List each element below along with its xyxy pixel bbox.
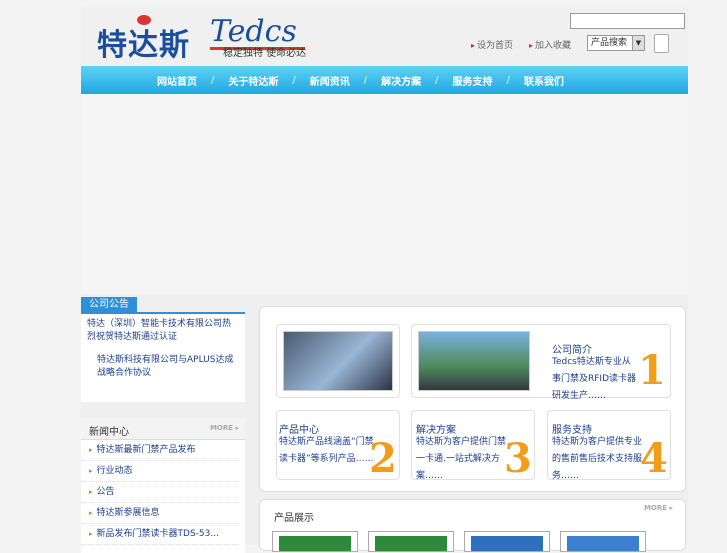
feature-number: 2	[369, 435, 397, 482]
nav-about[interactable]: 关于特达斯	[228, 73, 278, 88]
news-item[interactable]: 特达斯最新门禁产品发布	[81, 440, 239, 461]
feature-card-4[interactable]: 服务支持 特达斯为客户提供专业的售前售后技术支持服务…… 4	[547, 410, 671, 482]
news-item[interactable]: 特达斯参展信息	[81, 503, 239, 524]
features-panel: 公司简介 Tedcs特达斯专业从事门禁及RFID读卡器研发生产…… 1 产品中心…	[259, 306, 686, 492]
search-button[interactable]	[654, 34, 669, 53]
add-favorite-link[interactable]: 加入收藏	[529, 38, 571, 51]
product-image-card[interactable]	[276, 324, 400, 398]
news-item[interactable]: 行业动态	[81, 461, 239, 482]
product-thumb[interactable]	[560, 531, 646, 552]
nav-separator: /	[506, 74, 510, 86]
feature-text: Tedcs特达斯专业从事门禁及RFID读卡器研发生产……	[552, 357, 637, 401]
feature-image	[418, 331, 530, 391]
feature-card-3[interactable]: 解决方案 特达斯为客户提供门禁一卡通.一站式解决方案…… 3	[411, 410, 535, 482]
notice-item[interactable]: 特达（深圳）智能卡技术有限公司热烈祝贺特达斯通过认证	[87, 318, 239, 344]
products-title: 产品展示	[274, 513, 314, 524]
feature-card-2[interactable]: 产品中心 特达斯产品线涵盖“门禁读卡器”等系列产品…… 2	[276, 410, 400, 482]
main-nav: 网站首页 / 关于特达斯 / 新闻资讯 / 解决方案 / 服务支持 / 联系我们	[81, 66, 688, 94]
page: 特达斯 Tedcs 稳定独特 使命必达 设为首页 加入收藏 产品搜索 ▼ 网站首…	[81, 6, 688, 553]
top-links: 设为首页 加入收藏	[471, 38, 571, 51]
product-thumb[interactable]	[368, 531, 454, 552]
nav-news[interactable]: 新闻资讯	[310, 73, 350, 88]
set-homepage-link[interactable]: 设为首页	[471, 38, 513, 51]
product-thumb[interactable]	[464, 531, 550, 552]
nav-contact[interactable]: 联系我们	[524, 73, 564, 88]
product-image	[283, 331, 393, 391]
products-more-link[interactable]: MORE ▸	[644, 504, 673, 512]
news-more-link[interactable]: MORE ▸	[210, 424, 239, 432]
feature-text: 特达斯为客户提供专业的售前售后技术支持服务……	[552, 437, 643, 481]
news-header: 新闻中心 MORE ▸	[81, 418, 245, 440]
search-category-value: 产品搜索	[591, 38, 628, 48]
header: 特达斯 Tedcs 稳定独特 使命必达 设为首页 加入收藏 产品搜索 ▼	[81, 6, 688, 66]
logo-chinese: 特达斯	[97, 28, 190, 63]
logo-slogan: 稳定独特 使命必达	[223, 48, 307, 59]
search-input[interactable]	[570, 13, 685, 29]
nav-separator: /	[292, 74, 296, 86]
nav-support[interactable]: 服务支持	[453, 73, 493, 88]
feature-text: 特达斯为客户提供门禁一卡通.一站式解决方案……	[416, 437, 507, 481]
feature-number: 1	[638, 347, 666, 394]
nav-separator: /	[363, 74, 368, 86]
notice-item[interactable]: 特达斯科技有限公司与APLUS达成战略合作协议	[87, 354, 239, 380]
news-title: 新闻中心	[89, 427, 129, 438]
feature-number: 3	[504, 435, 532, 482]
news-item[interactable]: 公告	[81, 482, 239, 503]
product-thumb[interactable]	[272, 531, 358, 552]
banner-area	[81, 94, 688, 294]
products-panel: 产品展示 MORE ▸	[259, 499, 686, 552]
news-item[interactable]: 新品发布门禁读卡器TDS-53...	[81, 524, 239, 545]
nav-home[interactable]: 网站首页	[157, 73, 197, 88]
feature-card-1[interactable]: 公司简介 Tedcs特达斯专业从事门禁及RFID读卡器研发生产…… 1	[411, 324, 671, 401]
nav-separator: /	[211, 74, 215, 86]
news-panel: 新闻中心 MORE ▸ 特达斯最新门禁产品发布 行业动态 公告 特达斯参展信息 …	[81, 418, 245, 553]
notice-box: 特达（深圳）智能卡技术有限公司热烈祝贺特达斯通过认证 特达斯科技有限公司与APL…	[81, 312, 245, 402]
nav-separator: /	[435, 74, 439, 86]
nav-solutions[interactable]: 解决方案	[381, 73, 421, 88]
feature-text: 特达斯产品线涵盖“门禁读卡器”等系列产品……	[279, 437, 374, 464]
feature-number: 4	[640, 435, 668, 482]
search-category-select[interactable]: 产品搜索 ▼	[587, 35, 645, 51]
notice-tab: 公司公告	[81, 297, 137, 312]
left-column: 公司公告 特达（深圳）智能卡技术有限公司热烈祝贺特达斯通过认证 特达斯科技有限公…	[81, 297, 245, 553]
logo-mark-icon	[137, 15, 151, 25]
chevron-down-icon: ▼	[632, 36, 644, 50]
